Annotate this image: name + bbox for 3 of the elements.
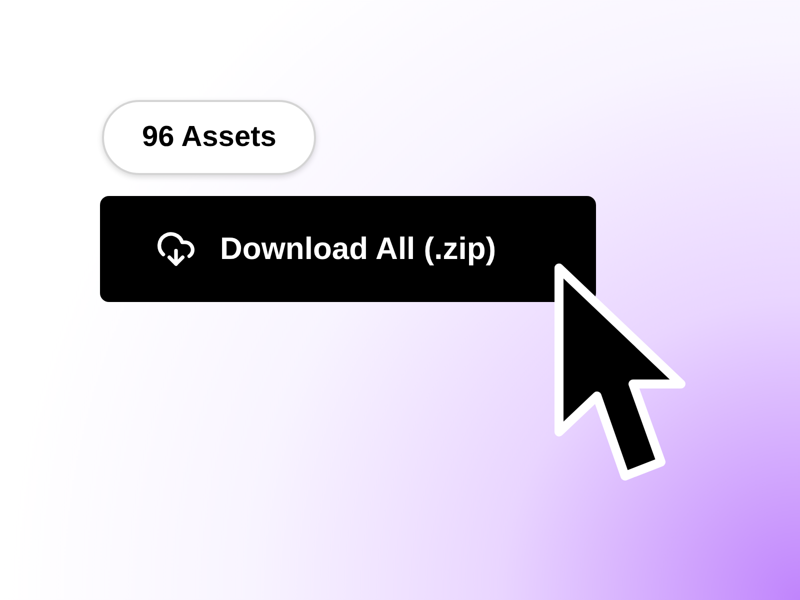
asset-count-badge: 96 Assets	[102, 100, 316, 175]
cloud-download-icon	[156, 229, 196, 269]
download-all-button[interactable]: Download All (.zip)	[100, 196, 596, 302]
